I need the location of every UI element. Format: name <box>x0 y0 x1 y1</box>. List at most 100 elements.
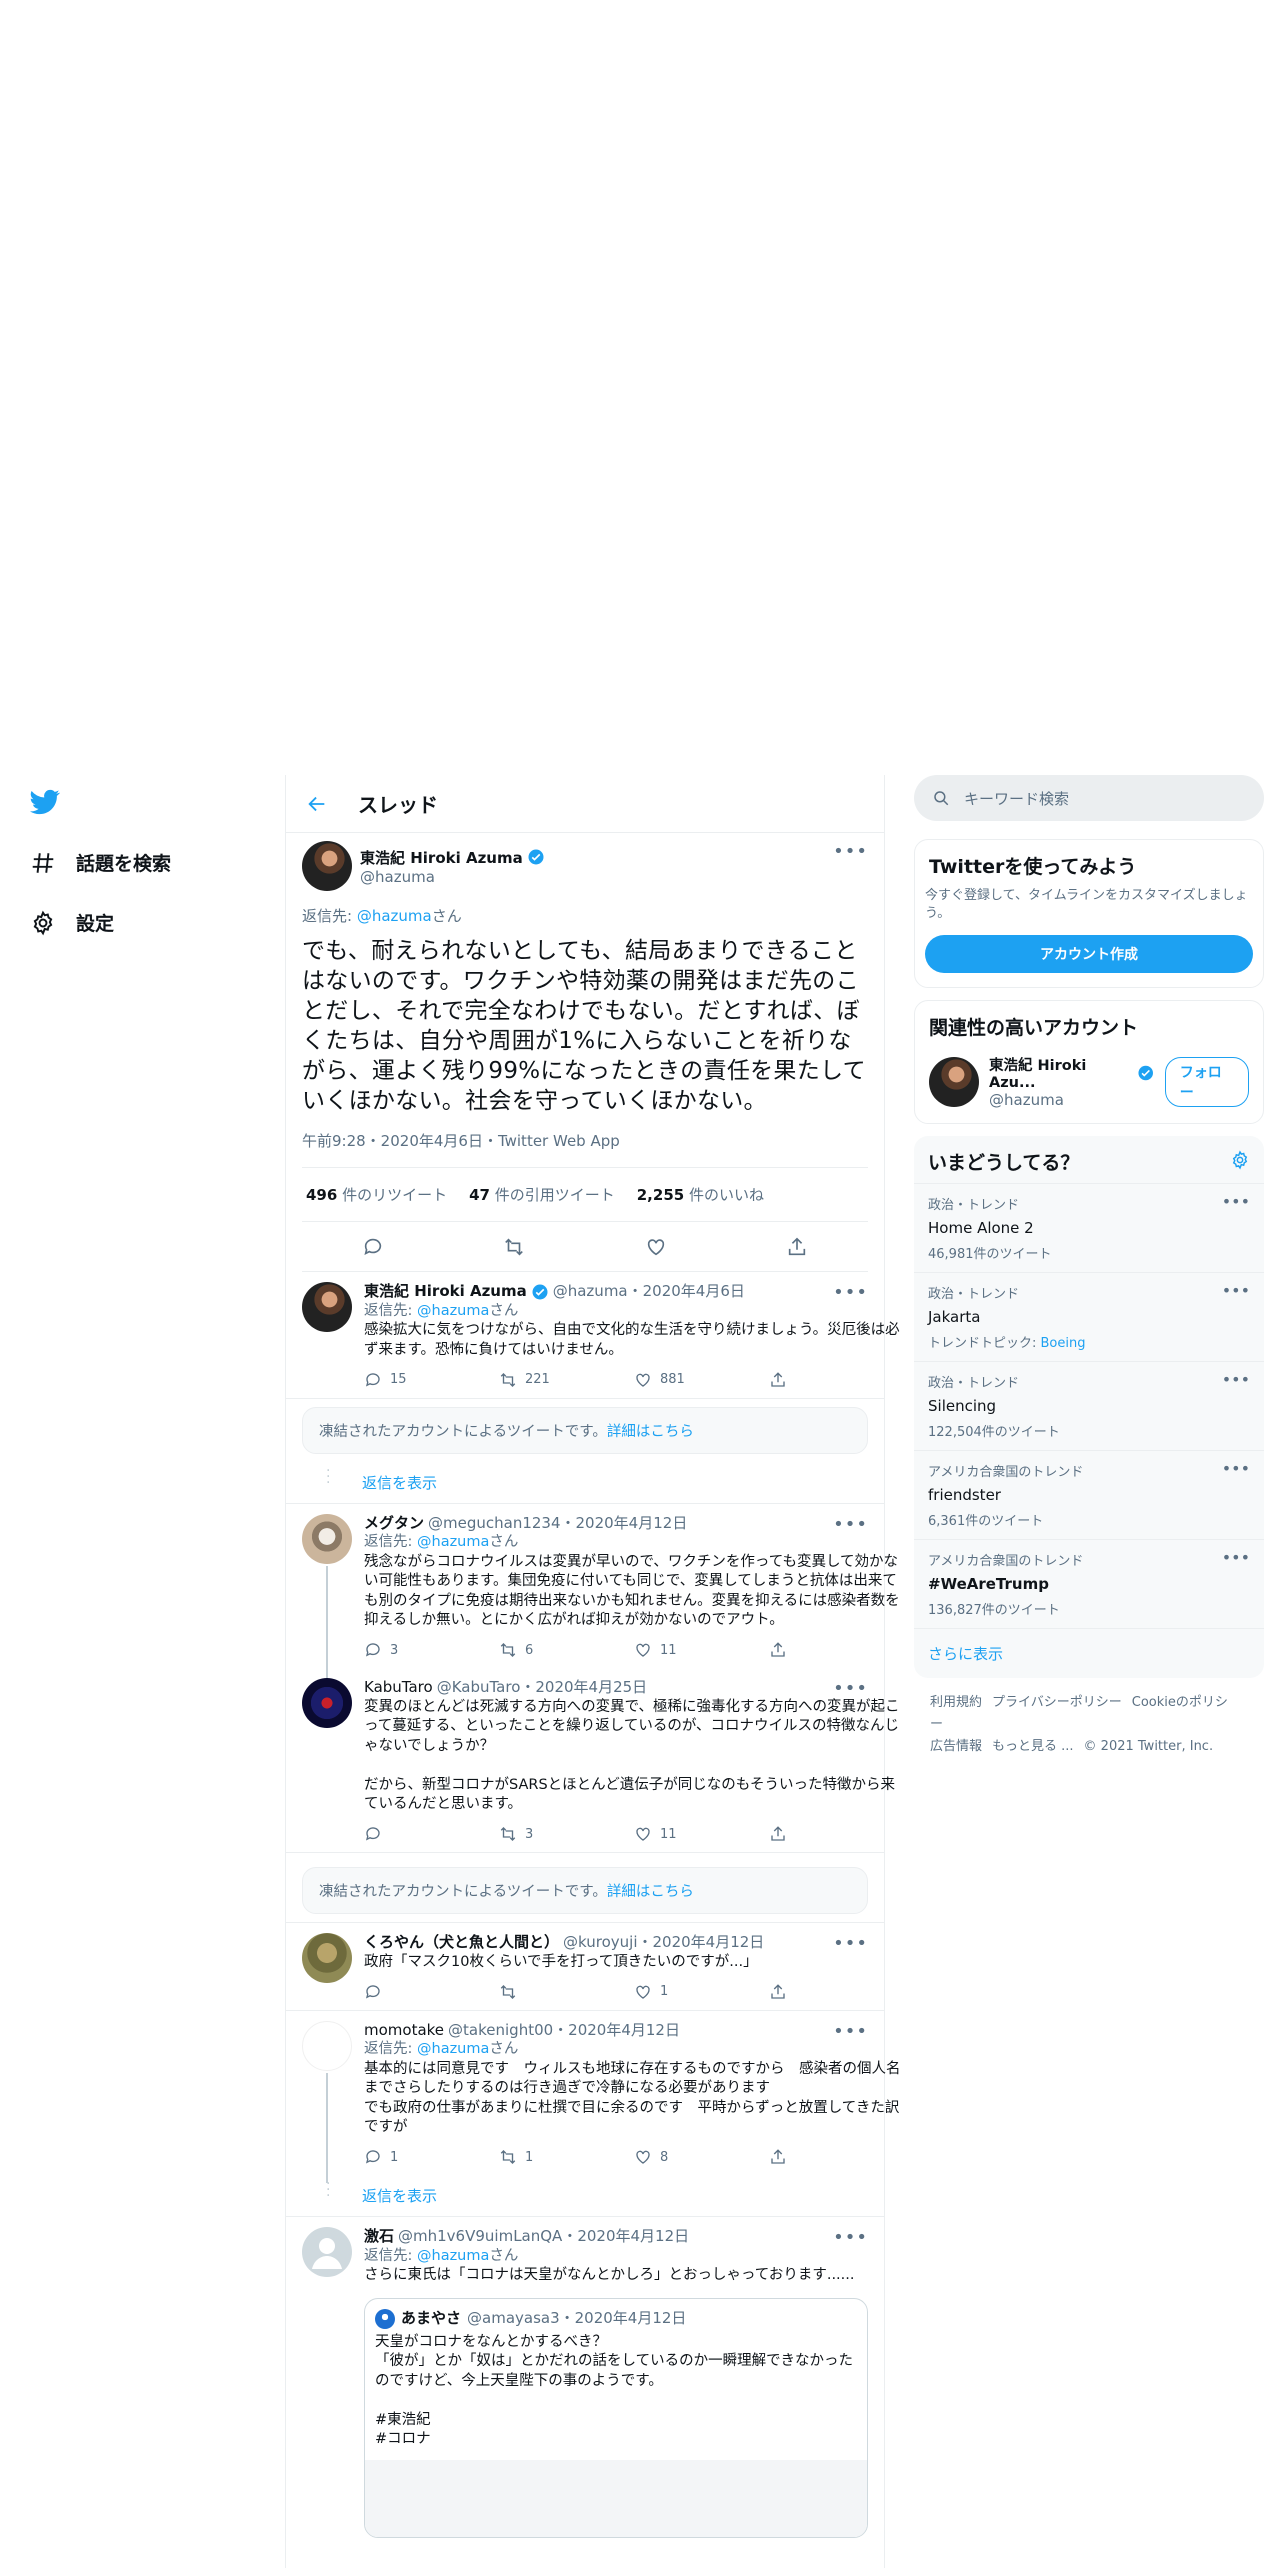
more-options-icon[interactable]: ••• <box>1222 1281 1250 1300</box>
reply-handle-link[interactable]: @hazuma <box>417 1303 489 1319</box>
like-button[interactable]: 1 <box>634 1982 769 2002</box>
nav-settings[interactable]: 設定 <box>30 909 114 936</box>
author-handle-date[interactable]: @mh1v6V9uimLanQA・2020年4月12日 <box>398 2227 689 2247</box>
reply-tweet[interactable]: ••• メグタン @meguchan1234・2020年4月12日 返信先: @h… <box>286 1504 900 1700</box>
trend-item[interactable]: ••• 政治・トレンド Silencing 122,504件のツイート <box>914 1361 1264 1450</box>
reply-button[interactable] <box>364 1825 499 1845</box>
more-options-icon[interactable]: ••• <box>833 1933 868 1954</box>
author-handle-date[interactable]: @meguchan1234・2020年4月12日 <box>428 1514 687 1534</box>
avatar[interactable] <box>302 1678 352 1728</box>
footer-more[interactable]: もっと見る ... <box>992 1739 1074 1754</box>
retweet-button[interactable]: 3 <box>499 1825 634 1845</box>
quoted-media[interactable] <box>365 2459 867 2537</box>
footer-privacy[interactable]: プライバシーポリシー <box>992 1695 1122 1710</box>
author-name[interactable]: くろやん（犬と魚と人間と） <box>364 1933 559 1953</box>
more-options-icon[interactable]: ••• <box>833 1678 868 1699</box>
more-options-icon[interactable]: ••• <box>1222 1370 1250 1389</box>
like-button[interactable]: 881 <box>634 1370 769 1390</box>
reply-button[interactable]: 3 <box>364 1641 499 1661</box>
author-name[interactable]: 東浩紀 Hiroki Azuma <box>360 847 523 868</box>
avatar[interactable] <box>302 2020 352 2071</box>
share-button[interactable] <box>769 1641 904 1661</box>
share-button[interactable] <box>769 1370 904 1390</box>
create-account-button[interactable]: アカウント作成 <box>925 935 1253 973</box>
author-name[interactable]: メグタン <box>364 1514 424 1534</box>
reply-icon[interactable] <box>362 1236 384 1258</box>
reply-handle-link[interactable]: @hazuma <box>417 2041 489 2057</box>
related-account[interactable]: 東浩紀 Hiroki Azu... @hazuma フォロー <box>915 1048 1263 1123</box>
more-options-icon[interactable]: ••• <box>833 2227 868 2248</box>
like-icon[interactable] <box>645 1236 667 1258</box>
more-options-icon[interactable]: ••• <box>833 2021 868 2042</box>
avatar[interactable] <box>302 2227 352 2277</box>
quoted-tweet[interactable]: あまやさ @amayasa3・2020年4月12日 天皇がコロナをなんとかするべ… <box>364 2297 868 2538</box>
more-options-icon[interactable]: ••• <box>833 1282 868 1303</box>
quote-count[interactable]: 47 件の引用ツイート <box>469 1184 615 1205</box>
author-handle[interactable]: @hazuma <box>360 868 545 886</box>
reply-tweet[interactable]: ••• 東浩紀 Hiroki Azuma @hazuma・2020年4月6日 返… <box>286 1272 900 1399</box>
author-name[interactable]: momotake <box>364 2021 444 2041</box>
like-button[interactable]: 8 <box>634 2148 769 2168</box>
reply-button[interactable]: 1 <box>364 2148 499 2168</box>
more-options-icon[interactable]: ••• <box>833 1514 868 1535</box>
footer-terms[interactable]: 利用規約 <box>930 1695 982 1710</box>
reply-handle-link[interactable]: @hazuma <box>417 2248 489 2264</box>
back-arrow-icon[interactable] <box>306 793 328 815</box>
avatar[interactable] <box>302 841 352 891</box>
author-handle-date[interactable]: @hazuma・2020年4月6日 <box>553 1282 745 1302</box>
related-name[interactable]: 東浩紀 Hiroki Azu... <box>989 1054 1133 1091</box>
hashtag-icon <box>32 852 54 873</box>
share-button[interactable] <box>769 1825 904 1845</box>
author-name[interactable]: 東浩紀 Hiroki Azuma <box>364 1282 527 1302</box>
details-link[interactable]: 詳細はこちら <box>607 1424 694 1440</box>
reply-tweet[interactable]: ••• 激石 @mh1v6V9uimLanQA・2020年4月12日 返信先: @… <box>286 2217 884 2546</box>
trend-item[interactable]: ••• 政治・トレンド Home Alone 2 46,981件のツイート <box>914 1183 1264 1272</box>
avatar[interactable] <box>302 1513 352 1564</box>
details-link[interactable]: 詳細はこちら <box>607 1884 694 1900</box>
retweet-button[interactable]: 1 <box>499 2148 634 2168</box>
avatar[interactable] <box>929 1056 979 1107</box>
reply-button[interactable]: 15 <box>364 1370 499 1390</box>
nav-explore[interactable]: 話題を検索 <box>30 849 171 876</box>
trend-item[interactable]: ••• アメリカ合衆国のトレンド friendster 6,361件のツイート <box>914 1450 1264 1539</box>
avatar[interactable] <box>302 1282 352 1332</box>
search-input[interactable]: キーワード検索 <box>914 775 1264 821</box>
like-button[interactable]: 11 <box>634 1825 769 1845</box>
footer-ads[interactable]: 広告情報 <box>930 1739 982 1754</box>
retweet-button[interactable]: 221 <box>499 1370 634 1390</box>
reply-tweet[interactable]: ••• KabuTaro @KabuTaro・2020年4月25日 変異のほとんど… <box>286 1668 899 1853</box>
share-button[interactable] <box>769 2148 904 2168</box>
retweet-count[interactable]: 496 件のリツイート <box>306 1184 447 1205</box>
reply-tweet[interactable]: ••• momotake @takenight00・2020年4月12日 返信先:… <box>286 2011 901 2183</box>
show-replies-link[interactable]: · · · 返信を表示 <box>286 1462 884 1504</box>
like-count[interactable]: 2,255 件のいいね <box>637 1184 764 1205</box>
retweet-button[interactable] <box>499 1982 634 2002</box>
reply-handle-link[interactable]: @hazuma <box>357 907 432 925</box>
author-handle-date[interactable]: @takenight00・2020年4月12日 <box>448 2021 680 2041</box>
author-name[interactable]: KabuTaro <box>364 1678 433 1698</box>
trend-item[interactable]: ••• アメリカ合衆国のトレンド #WeAreTrump 136,827件のツイ… <box>914 1539 1264 1628</box>
more-options-icon[interactable]: ••• <box>1222 1548 1250 1567</box>
like-button[interactable]: 11 <box>634 1641 769 1661</box>
more-options-icon[interactable]: ••• <box>1222 1192 1250 1211</box>
more-options-icon[interactable]: ••• <box>1222 1459 1250 1478</box>
author-name[interactable]: 激石 <box>364 2227 394 2247</box>
settings-gear-icon[interactable] <box>1230 1149 1250 1170</box>
share-button[interactable] <box>769 1982 904 2002</box>
reply-tweet[interactable]: ••• くろやん（犬と魚と人間と） @kuroyuji・2020年4月12日 政府… <box>286 1922 884 2011</box>
avatar[interactable] <box>302 1933 352 1983</box>
retweet-icon[interactable] <box>503 1236 525 1258</box>
twitter-logo-icon[interactable] <box>28 787 62 817</box>
show-replies-link[interactable]: · · · 返信を表示 <box>286 2175 884 2217</box>
author-handle-date[interactable]: @kuroyuji・2020年4月12日 <box>563 1933 764 1953</box>
retweet-button[interactable]: 6 <box>499 1641 634 1661</box>
author-handle-date[interactable]: @KabuTaro・2020年4月25日 <box>437 1678 647 1698</box>
reply-handle-link[interactable]: @hazuma <box>417 1534 489 1550</box>
reply-button[interactable] <box>364 1982 499 2002</box>
trend-topic-link[interactable]: Boeing <box>1041 1336 1086 1351</box>
show-more-link[interactable]: さらに表示 <box>914 1628 1264 1678</box>
more-options-icon[interactable]: ••• <box>833 841 868 862</box>
follow-button[interactable]: フォロー <box>1164 1056 1249 1107</box>
trend-item[interactable]: ••• 政治・トレンド Jakarta トレンドトピック: Boeing <box>914 1272 1264 1361</box>
share-icon[interactable] <box>786 1236 808 1258</box>
